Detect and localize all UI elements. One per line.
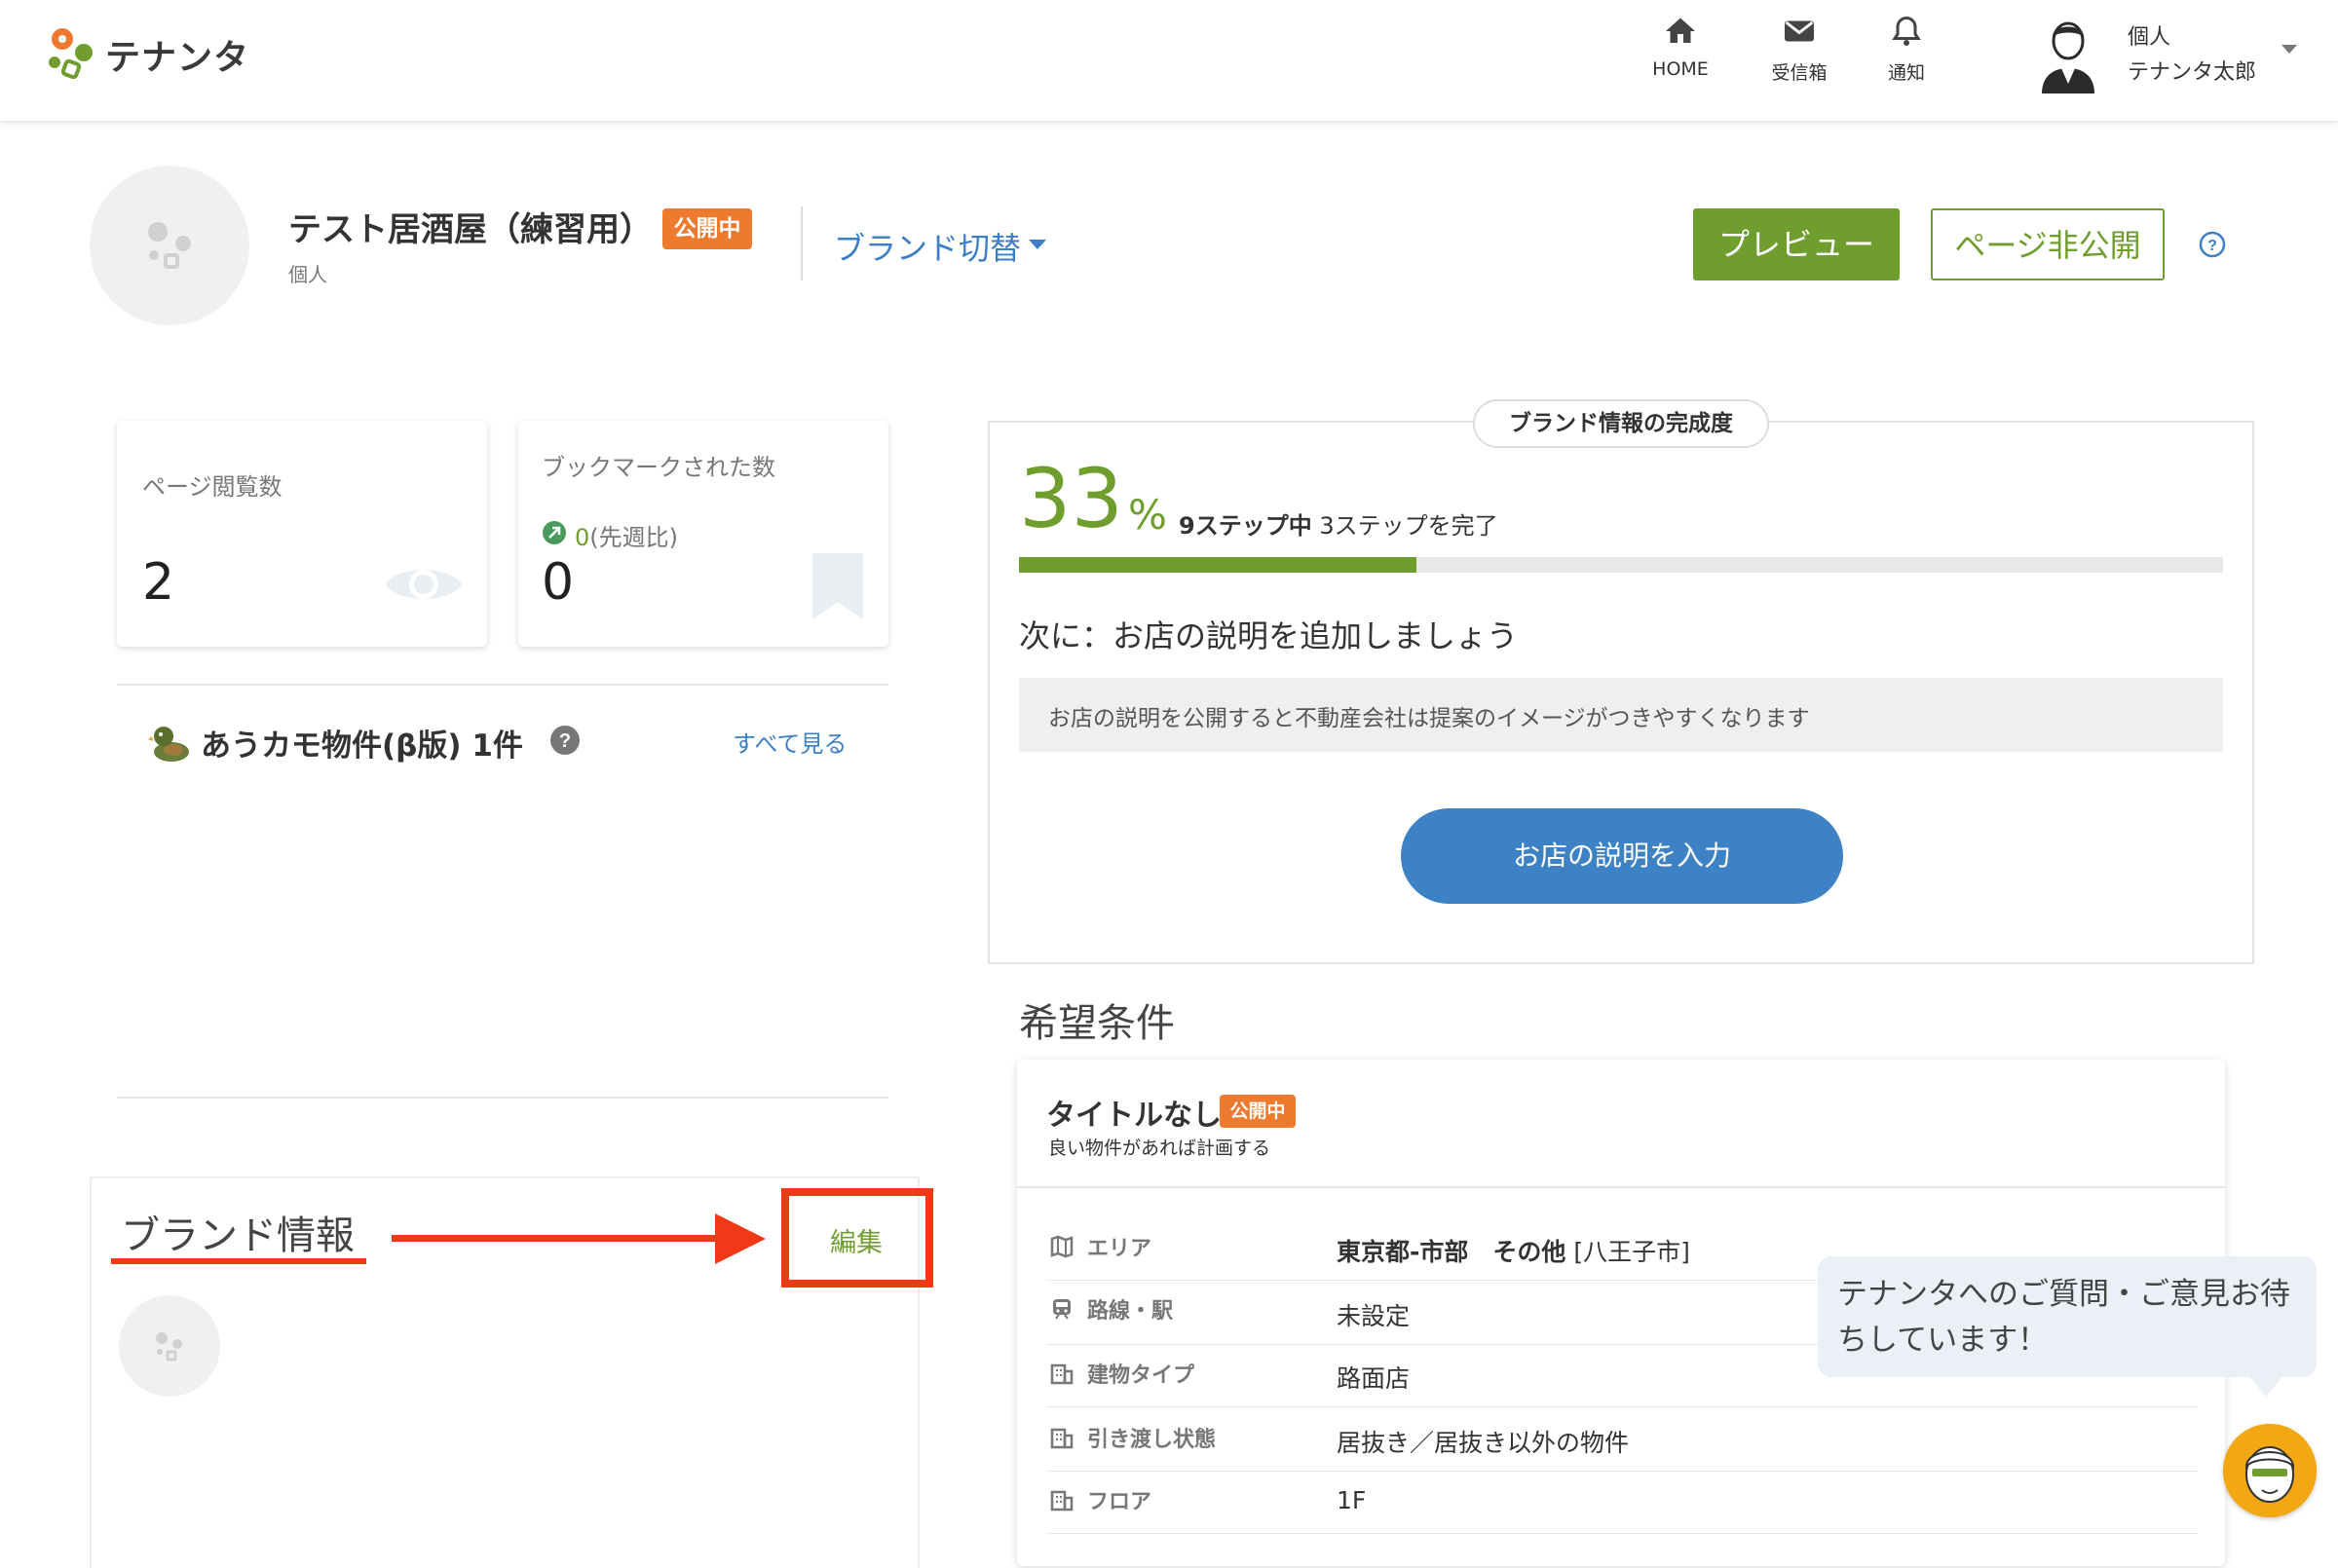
- bookmarks-delta-suffix: (先週比): [589, 524, 679, 551]
- completion-pill-label: ブランド情報の完成度: [1473, 399, 1769, 448]
- top-header: テナンタ HOME 受信箱 通知 個人 テナンタ太郎: [0, 0, 2338, 121]
- row-label-line: 路線・駅: [1087, 1299, 1174, 1324]
- annotation-arrow-shaft: [392, 1235, 725, 1242]
- chat-bubble-tail: [2248, 1375, 2283, 1397]
- annotation-arrow-head: [715, 1213, 766, 1264]
- page-views-card: [117, 421, 487, 647]
- mail-icon: [1785, 20, 1814, 42]
- nav-home-label: HOME: [1652, 58, 1709, 80]
- row-value-floor: 1F: [1337, 1486, 1367, 1514]
- building-icon: [1050, 1363, 1074, 1385]
- bookmarks-delta-value: 0: [575, 524, 590, 551]
- help-icon[interactable]: ?: [2198, 230, 2227, 259]
- chat-message: テナンタへのご質問・ご意見お待ちしています！: [1837, 1277, 2290, 1358]
- unpublish-page-button[interactable]: ページ非公開: [1931, 208, 2165, 280]
- brand-placeholder-icon: [148, 222, 191, 269]
- desired-conditions-title: 希望条件: [1019, 1001, 1175, 1046]
- completion-percent-sign: %: [1128, 491, 1167, 539]
- row-label-handover: 引き渡し状態: [1087, 1428, 1217, 1452]
- row-label-building-type: 建物タイプ: [1087, 1363, 1195, 1388]
- train-icon: [1053, 1299, 1071, 1320]
- steps-done: 3ステップを完了: [1319, 512, 1498, 540]
- row-value-building-type: 路面店: [1337, 1364, 1411, 1393]
- question-icon[interactable]: ?: [549, 725, 581, 756]
- svg-text:?: ?: [559, 730, 571, 752]
- hint-box: お店の説明を公開すると不動産会社は提案のイメージがつきやすくなります: [1019, 678, 2223, 752]
- row-value-line: 未設定: [1337, 1302, 1411, 1330]
- user-menu-caret-icon[interactable]: [2281, 45, 2297, 54]
- row-label-area: エリア: [1087, 1237, 1152, 1261]
- row-divider: [1046, 1406, 2198, 1407]
- brand-owner-type: 個人: [288, 263, 327, 286]
- user-name[interactable]: テナンタ太郎: [2128, 55, 2256, 86]
- nav-home[interactable]: HOME: [1627, 14, 1734, 80]
- eye-icon: [386, 570, 462, 599]
- akamo-top-rule: [117, 684, 888, 686]
- row-label-floor: フロア: [1087, 1490, 1152, 1514]
- bell-icon: [1892, 16, 1921, 46]
- steps-total: 9ステップ中: [1179, 512, 1312, 540]
- nav-notifications[interactable]: 通知: [1853, 14, 1960, 85]
- chat-support-avatar[interactable]: [2223, 1424, 2317, 1517]
- map-icon: [1050, 1235, 1074, 1258]
- condition-status-badge: 公開中: [1220, 1095, 1296, 1128]
- row-value-handover: 居抜き／居抜き以外の物件: [1337, 1429, 1630, 1457]
- nav-inbox[interactable]: 受信箱: [1746, 14, 1853, 85]
- nav-notifications-label: 通知: [1887, 62, 1925, 84]
- trend-up-icon: [543, 521, 566, 544]
- user-avatar-icon[interactable]: [2032, 12, 2104, 93]
- brand-switch-dropdown[interactable]: ブランド切替: [834, 224, 1021, 269]
- logo-text[interactable]: テナンタ: [105, 29, 249, 80]
- chevron-down-icon[interactable]: [1029, 240, 1046, 249]
- brand-name: テスト居酒屋（練習用）: [288, 210, 653, 249]
- home-icon: [1666, 18, 1695, 43]
- preview-button[interactable]: プレビュー: [1693, 208, 1900, 280]
- svg-text:?: ?: [2207, 238, 2217, 254]
- brand-logo: [90, 166, 249, 325]
- header-divider: [801, 206, 803, 280]
- tenanta-logo-icon[interactable]: [45, 25, 103, 84]
- building-icon: [1050, 1490, 1074, 1512]
- area-city: [八王子市]: [1573, 1238, 1690, 1266]
- completion-progress-fill: [1019, 557, 1416, 573]
- completion-progress-bar: [1019, 557, 2223, 573]
- condition-separator: [1017, 1186, 2225, 1188]
- brand-info-title: ブランド情報: [121, 1213, 355, 1258]
- bookmarks-label: ブックマークされた数: [542, 454, 775, 481]
- nav-inbox-label: 受信箱: [1771, 62, 1828, 84]
- annotation-underline: [111, 1258, 366, 1264]
- area-prefecture: 東京都-市部: [1337, 1238, 1469, 1266]
- chat-bubble[interactable]: テナンタへのご質問・ご意見お待ちしています！: [1818, 1256, 2317, 1377]
- brand-placeholder-icon-small: [156, 1332, 182, 1362]
- completion-percent: 33: [1019, 451, 1123, 546]
- bookmark-icon: [812, 553, 863, 619]
- see-all-link[interactable]: すべて見る: [733, 725, 847, 759]
- duck-icon: [148, 727, 189, 762]
- akamo-bottom-rule: [117, 1097, 888, 1099]
- enter-description-button[interactable]: お店の説明を入力: [1401, 808, 1843, 904]
- status-badge: 公開中: [662, 208, 752, 249]
- akamo-title: あうカモ物件(β版) 1件: [201, 728, 523, 764]
- condition-subtitle: 良い物件があれば計画する: [1048, 1138, 1271, 1159]
- row-value-area: 東京都-市部 その他 [八王子市]: [1337, 1233, 1690, 1268]
- completion-steps: 9ステップ中 3ステップを完了: [1179, 506, 1498, 541]
- brand-logo-small: [119, 1295, 220, 1397]
- user-type[interactable]: 個人: [2128, 19, 2170, 51]
- hint-text: お店の説明を公開すると不動産会社は提案のイメージがつきやすくなります: [1048, 706, 1810, 731]
- support-character-icon: [2223, 1424, 2317, 1517]
- area-other: その他: [1492, 1238, 1566, 1266]
- row-divider: [1046, 1471, 2198, 1472]
- bookmarks-value: 0: [542, 553, 575, 612]
- bookmarks-delta: 0(先週比): [575, 518, 678, 552]
- next-step-text: 次に：お店の説明を追加しましょう: [1019, 617, 1519, 654]
- condition-title[interactable]: タイトルなし: [1046, 1091, 1222, 1134]
- building-icon: [1050, 1428, 1074, 1449]
- row-divider: [1046, 1533, 2198, 1534]
- edit-brand-info-link[interactable]: 編集: [830, 1221, 883, 1259]
- page-views-value: 2: [142, 553, 175, 612]
- page-views-label: ページ閲覧数: [142, 473, 283, 501]
